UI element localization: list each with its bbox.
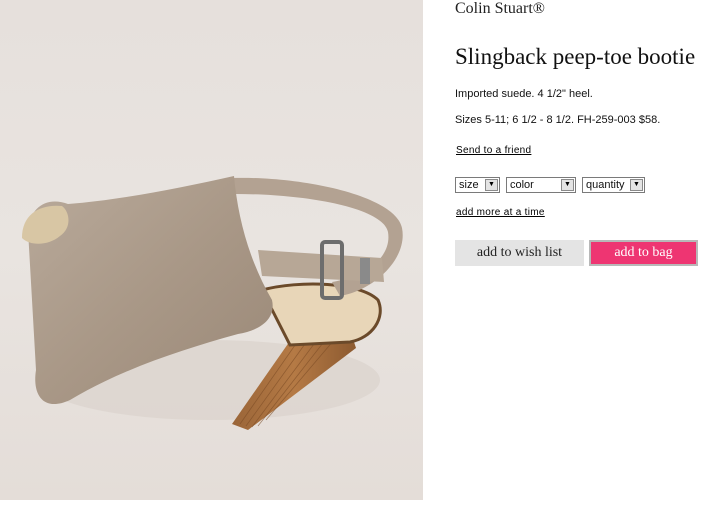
- chevron-down-icon[interactable]: ▼: [485, 179, 498, 191]
- brand-name: Colin Stuart®: [455, 0, 545, 17]
- product-image: [0, 0, 423, 500]
- size-select-value: size: [459, 179, 479, 191]
- product-sizes-price: Sizes 5-11; 6 1/2 - 8 1/2. FH-259-003 $5…: [455, 114, 661, 126]
- chevron-down-icon[interactable]: ▼: [561, 179, 574, 191]
- quantity-select[interactable]: quantity ▼: [582, 177, 645, 193]
- color-select[interactable]: color ▼: [506, 177, 576, 193]
- add-more-link[interactable]: add more at a time: [456, 207, 545, 218]
- color-select-value: color: [510, 179, 534, 191]
- quantity-select-value: quantity: [586, 179, 625, 191]
- size-select[interactable]: size ▼: [455, 177, 500, 193]
- add-to-wish-list-button[interactable]: add to wish list: [455, 240, 584, 266]
- shoe-illustration: [22, 176, 403, 430]
- product-title: Slingback peep-toe bootie: [455, 44, 696, 69]
- product-description: Imported suede. 4 1/2" heel.: [455, 88, 593, 100]
- chevron-down-icon[interactable]: ▼: [630, 179, 643, 191]
- send-to-friend-link[interactable]: Send to a friend: [456, 145, 531, 156]
- add-to-bag-button[interactable]: add to bag: [589, 240, 698, 266]
